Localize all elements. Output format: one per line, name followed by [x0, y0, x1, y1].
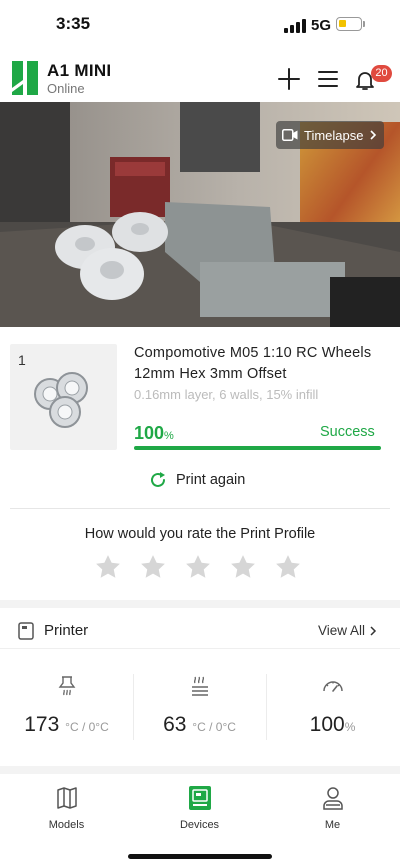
star-icon[interactable] [93, 552, 123, 582]
job-result: Success [320, 424, 375, 440]
bed-temperature-stat[interactable]: 63 °C / 0°C [133, 674, 266, 737]
speed-unit: % [344, 720, 356, 734]
chevron-right-icon [370, 130, 377, 140]
speed-gauge-icon [322, 681, 343, 692]
bed-temp-unit: °C / 0°C [192, 720, 236, 734]
devices-icon [188, 786, 211, 810]
print-again-button[interactable]: Print again [148, 470, 245, 490]
nav-me-label: Me [324, 819, 341, 831]
home-indicator[interactable] [128, 854, 272, 859]
view-all-label: View All [318, 623, 366, 638]
notification-badge: 20 [371, 65, 392, 82]
nav-models[interactable]: Models [0, 785, 133, 831]
battery-icon [336, 17, 362, 31]
plate-number: 1 [18, 352, 26, 368]
print-speed-stat[interactable]: 100% [266, 674, 399, 737]
nav-me[interactable]: Me [266, 785, 399, 831]
print-again-label: Print again [176, 472, 246, 488]
bed-temp-value: 63 [163, 713, 187, 736]
progress-percent: 100% [134, 423, 174, 443]
view-all-link[interactable]: View All [318, 623, 377, 638]
section-gap [0, 766, 400, 774]
timelapse-button[interactable]: Timelapse [276, 121, 384, 149]
progress-bar [134, 446, 381, 450]
star-icon[interactable] [228, 552, 258, 582]
bambu-logo-icon [12, 61, 38, 95]
models-icon [56, 787, 77, 809]
battery-tip [363, 21, 365, 27]
nozzle-temperature-icon [58, 676, 75, 696]
speed-value: 100 [309, 713, 345, 736]
divider [10, 508, 390, 509]
printer-section-title: Printer [44, 622, 89, 639]
status-time: 3:35 [56, 14, 91, 33]
chevron-right-icon [370, 625, 377, 636]
nav-devices-label: Devices [179, 819, 220, 831]
bed-temperature-icon [191, 676, 208, 696]
nozzle-temp-value: 173 [24, 713, 60, 736]
add-icon[interactable] [277, 67, 301, 91]
wheels-preview-image [34, 372, 88, 428]
section-gap [0, 600, 400, 608]
rating-question: How would you rate the Print Profile [84, 526, 316, 542]
rating-stars[interactable] [93, 552, 303, 582]
profile-icon [322, 787, 343, 810]
star-icon[interactable] [273, 552, 303, 582]
printer-doc-icon [18, 622, 34, 640]
nozzle-temp-unit: °C / 0°C [65, 720, 109, 734]
plate-thumbnail[interactable]: 1 [10, 344, 117, 450]
network-type: 5G [311, 17, 332, 34]
nav-devices[interactable]: Devices [133, 785, 266, 831]
menu-icon[interactable] [316, 67, 340, 91]
device-name[interactable]: A1 MINI [47, 61, 111, 81]
nav-models-label: Models [48, 819, 85, 831]
job-settings: 0.16mm layer, 6 walls, 15% infill [134, 387, 319, 402]
job-title: Compomotive M05 1:10 RC Wheels 12mm Hex … [134, 345, 372, 382]
star-icon[interactable] [138, 552, 168, 582]
divider [0, 648, 400, 649]
timelapse-label: Timelapse [304, 127, 364, 143]
star-icon[interactable] [183, 552, 213, 582]
device-status: Online [47, 81, 85, 96]
signal-icon [284, 19, 306, 33]
nozzle-temperature-stat[interactable]: 173 °C / 0°C [0, 674, 133, 737]
refresh-icon [151, 472, 165, 487]
video-icon [282, 129, 298, 141]
